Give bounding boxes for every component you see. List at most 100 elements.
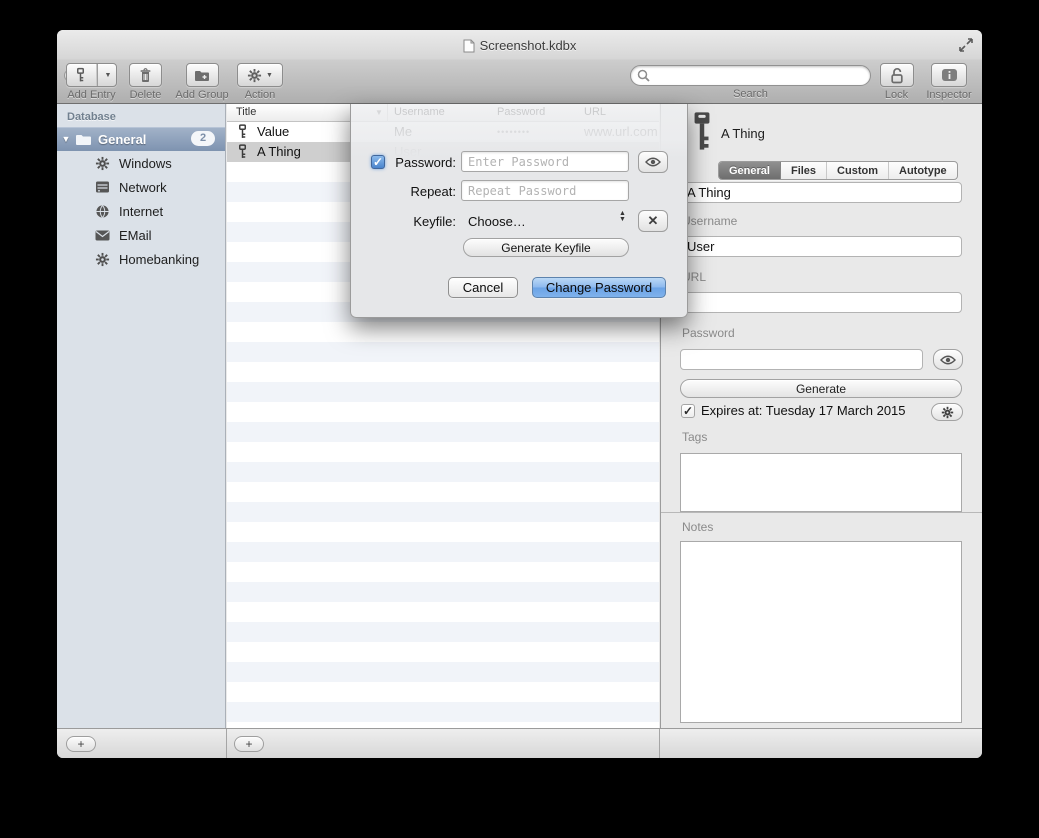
tab-files[interactable]: Files — [781, 162, 827, 179]
folder-plus-icon — [194, 69, 210, 82]
lock-group: Lock — [879, 63, 914, 101]
entry-title: A Thing — [257, 144, 301, 159]
globe-icon — [95, 204, 119, 219]
key-icon — [237, 144, 248, 159]
password-checkbox[interactable]: ✓ — [371, 155, 385, 169]
add-entry-plus-button[interactable]: + — [234, 736, 264, 752]
add-group-group: Add Group — [172, 63, 232, 101]
sheet-keyfile-label: Keyfile: — [386, 214, 456, 229]
sidebar: Database ▼ General 2 Windows Network Int… — [57, 104, 226, 728]
chevron-down-icon: ▼ — [266, 72, 273, 79]
change-password-label: Change Password — [546, 280, 652, 295]
tab-general[interactable]: General — [719, 162, 781, 179]
check-icon: ✓ — [373, 155, 383, 169]
change-password-button[interactable]: Change Password — [532, 277, 666, 298]
tags-textarea[interactable] — [680, 453, 962, 512]
fullscreen-icon[interactable] — [958, 37, 974, 53]
plus-icon: + — [77, 737, 84, 751]
lock-label: Lock — [879, 89, 914, 101]
sidebar-item-label: Network — [119, 180, 167, 195]
window-chrome: Screenshot.kdbx ▼ Add Entry Dele — [57, 30, 982, 104]
sheet-password-label: Password: — [386, 155, 456, 170]
title-field[interactable] — [680, 182, 962, 203]
info-icon — [941, 68, 958, 82]
search-input[interactable] — [630, 65, 871, 86]
generate-keyfile-label: Generate Keyfile — [501, 241, 590, 255]
generate-password-button[interactable]: Generate — [680, 379, 962, 398]
window-title: Screenshot.kdbx — [57, 38, 982, 53]
tab-autotype[interactable]: Autotype — [889, 162, 957, 179]
sidebar-item-label: Windows — [119, 156, 172, 171]
divider — [659, 729, 660, 758]
sidebar-group-general[interactable]: ▼ General 2 — [57, 127, 225, 151]
sidebar-item-network[interactable]: Network — [57, 175, 225, 199]
expires-checkbox[interactable]: ✓ — [681, 404, 695, 418]
delete-button[interactable] — [129, 63, 162, 87]
username-field[interactable] — [680, 236, 962, 257]
gear-icon — [941, 406, 954, 419]
document-icon — [463, 39, 475, 53]
sheet-show-password-button[interactable] — [638, 151, 668, 173]
sidebar-item-email[interactable]: EMail — [57, 223, 225, 247]
password-field[interactable] — [680, 349, 923, 370]
expires-options-button[interactable] — [931, 403, 963, 421]
search-label: Search — [630, 88, 871, 100]
inspector-entry-title: A Thing — [721, 126, 765, 141]
action-button[interactable]: ▼ — [237, 63, 283, 87]
cancel-button[interactable]: Cancel — [448, 277, 518, 298]
trash-icon — [139, 68, 152, 83]
password-label: Password — [682, 326, 735, 340]
key-icon — [237, 124, 248, 139]
action-group: ▼ Action — [237, 63, 283, 101]
sidebar-item-internet[interactable]: Internet — [57, 199, 225, 223]
gear-icon — [247, 68, 262, 83]
server-icon — [95, 180, 119, 194]
tab-custom[interactable]: Custom — [827, 162, 889, 179]
inspector-tabs: General Files Custom Autotype — [718, 161, 958, 180]
app-window: Screenshot.kdbx ▼ Add Entry Dele — [57, 30, 982, 758]
cancel-label: Cancel — [463, 280, 503, 295]
eye-icon — [645, 157, 661, 167]
gear-icon — [95, 156, 119, 171]
add-group-plus-button[interactable]: + — [66, 736, 96, 752]
clear-keyfile-button[interactable]: ✕ — [638, 210, 668, 232]
divider — [226, 729, 227, 758]
sidebar-item-label: Internet — [119, 204, 163, 219]
key-icon — [65, 64, 97, 86]
delete-group: Delete — [129, 63, 162, 101]
add-group-button[interactable] — [186, 63, 219, 87]
sidebar-item-homebanking[interactable]: Homebanking — [57, 247, 225, 271]
keyfile-popup[interactable]: Choose… — [468, 214, 526, 229]
show-password-button[interactable] — [933, 349, 963, 370]
username-label: Username — [682, 214, 737, 228]
url-field[interactable] — [680, 292, 962, 313]
generate-keyfile-button[interactable]: Generate Keyfile — [463, 238, 629, 257]
gear-icon — [95, 252, 119, 267]
inspector-button[interactable] — [931, 63, 967, 87]
notes-label: Notes — [682, 520, 713, 534]
chevron-down-icon: ▼ — [105, 72, 112, 79]
folder-icon — [75, 133, 92, 146]
stepper-icon[interactable]: ▲▼ — [619, 211, 626, 223]
sidebar-group-label: General — [98, 132, 146, 147]
tags-label: Tags — [682, 430, 707, 444]
add-entry-dropdown[interactable]: ▼ — [97, 64, 118, 86]
delete-label: Delete — [129, 89, 162, 101]
search-group: Search — [630, 65, 871, 100]
lock-button[interactable] — [880, 63, 914, 87]
sheet-repeat-input[interactable] — [461, 180, 629, 201]
key-icon — [689, 110, 715, 152]
add-entry-button[interactable]: ▼ — [66, 63, 117, 87]
notes-textarea[interactable] — [680, 541, 962, 723]
disclosure-triangle-icon[interactable]: ▼ — [57, 134, 75, 144]
search-icon — [637, 69, 650, 82]
sheet-password-input[interactable] — [461, 151, 629, 172]
expires-label: Expires at: Tuesday 17 March 2015 — [701, 403, 906, 418]
plus-icon: + — [245, 737, 252, 751]
column-title[interactable]: Title — [236, 106, 256, 118]
add-entry-label: Add Entry — [66, 89, 117, 101]
sidebar-item-windows[interactable]: Windows — [57, 151, 225, 175]
entry-title: Value — [257, 124, 289, 139]
add-entry-group: ▼ Add Entry — [66, 63, 117, 101]
change-password-sheet: ✓ Password: Repeat: Keyfile: Choose… ▲▼ … — [350, 104, 688, 318]
